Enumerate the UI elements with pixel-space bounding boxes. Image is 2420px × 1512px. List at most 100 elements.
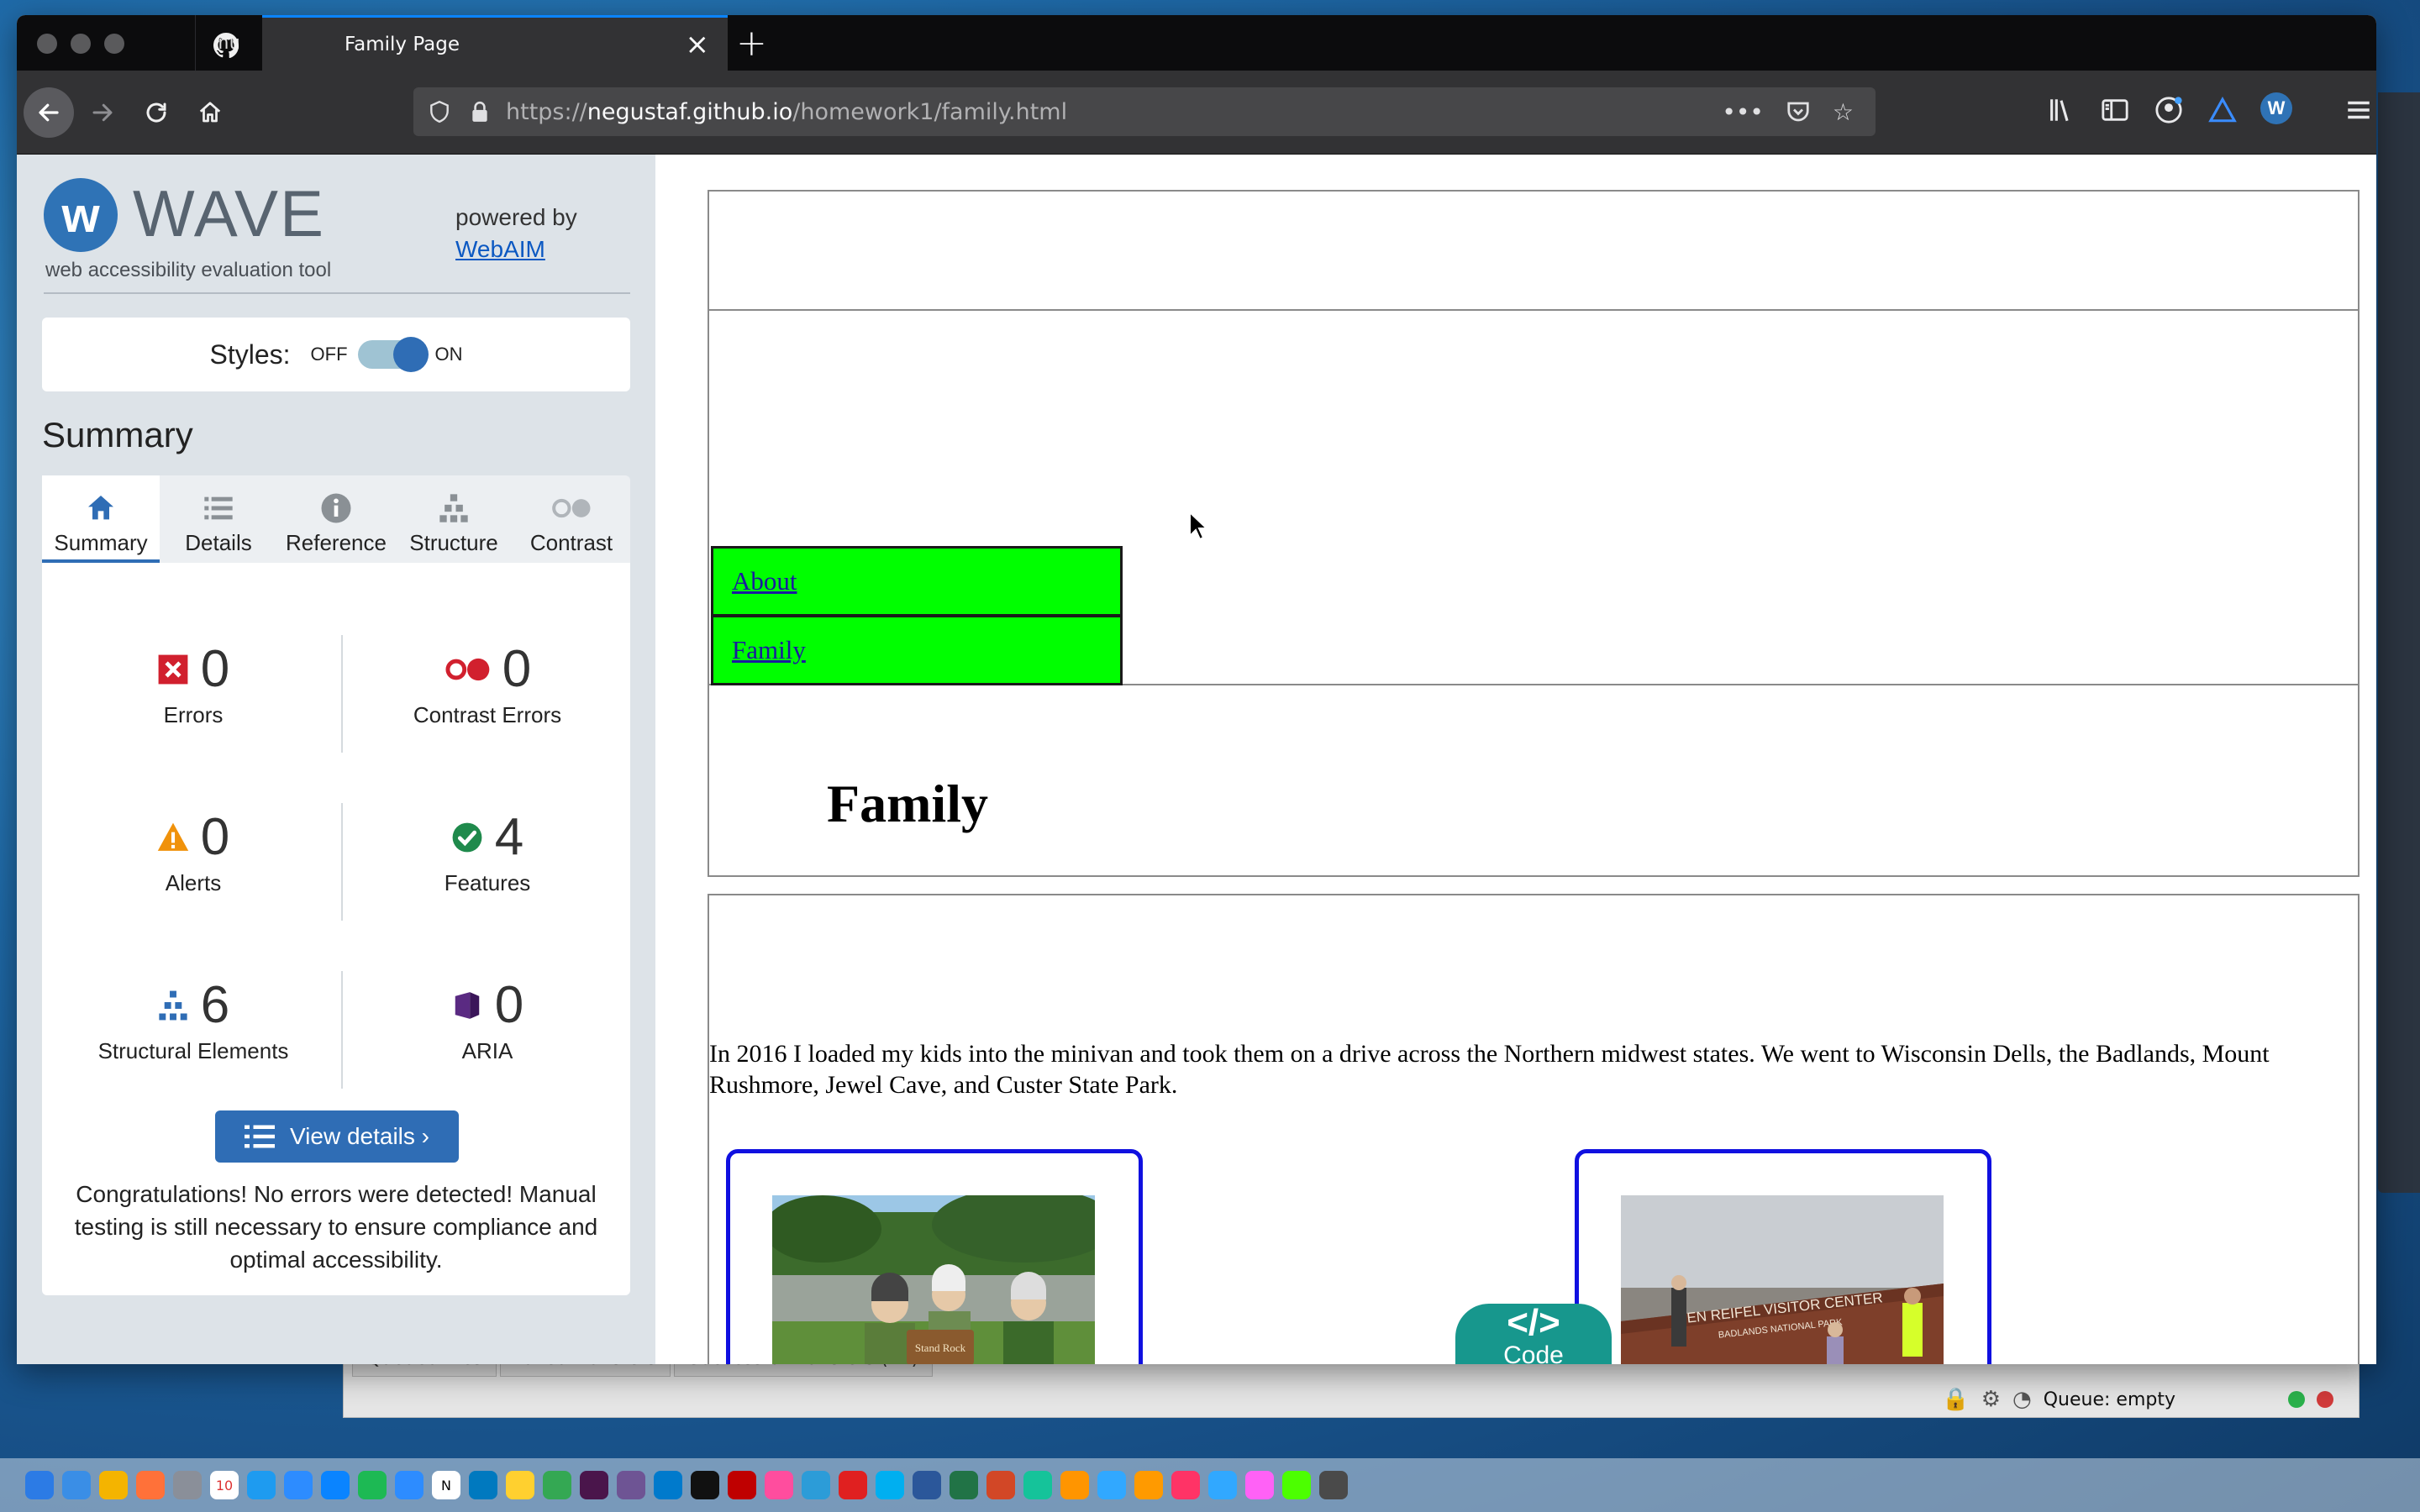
safari-icon[interactable] [62, 1471, 91, 1499]
close-tab-icon[interactable]: × [686, 28, 710, 61]
tab-structure[interactable]: Structure [395, 475, 513, 563]
toggle-knob [392, 337, 429, 372]
xd-icon[interactable] [1245, 1471, 1274, 1499]
powerpoint-icon[interactable] [986, 1471, 1015, 1499]
webaim-link[interactable]: WebAIM [455, 234, 577, 265]
alert-icon [157, 822, 188, 851]
view-details-label: View details › [289, 1123, 429, 1149]
nav-item-about[interactable]: About [711, 546, 1123, 617]
trello-icon[interactable] [469, 1471, 497, 1499]
nav-item-family[interactable]: Family [711, 615, 1123, 685]
filezilla-icon[interactable] [728, 1471, 756, 1499]
trash-icon[interactable] [1319, 1471, 1348, 1499]
calendar-icon[interactable]: 10 [210, 1471, 239, 1499]
lock-icon [472, 101, 487, 122]
extension-triangle-icon[interactable] [2208, 96, 2237, 124]
app-store-icon[interactable] [802, 1471, 830, 1499]
styles-label: Styles: [209, 339, 291, 370]
mouse-cursor-icon [1189, 511, 1209, 541]
maps-icon[interactable] [543, 1471, 571, 1499]
spotify-icon[interactable] [358, 1471, 387, 1499]
reload-button[interactable] [131, 87, 182, 138]
stat-contrast-errors[interactable]: 0 Contrast Errors [353, 640, 622, 728]
tab-family-page[interactable]: Family Page × [213, 15, 728, 71]
tab-details[interactable]: Details [160, 475, 277, 563]
miro-icon[interactable] [506, 1471, 534, 1499]
red-app-icon[interactable] [839, 1471, 867, 1499]
photo-sign-text: Stand Rock [915, 1341, 966, 1354]
pink-app-icon[interactable] [765, 1471, 793, 1499]
stat-structural-elements[interactable]: 6 Structural Elements [59, 976, 328, 1064]
divider [341, 803, 343, 921]
messenger-icon[interactable] [321, 1471, 350, 1499]
powered-by: powered by WebAIM [455, 202, 577, 265]
wave-tabs: Summary Details Reference Structure Cont… [42, 475, 630, 563]
sidebar-icon[interactable] [2101, 96, 2129, 124]
library-icon[interactable] [2047, 96, 2075, 124]
terminal-icon[interactable] [691, 1471, 719, 1499]
github-desktop-icon[interactable] [617, 1471, 645, 1499]
slack-icon[interactable] [580, 1471, 608, 1499]
excel-icon[interactable] [950, 1471, 978, 1499]
queue-status: Queue: empty [2043, 1389, 2175, 1410]
forward-button[interactable] [77, 87, 128, 138]
home-icon [199, 102, 221, 123]
stat-alerts[interactable]: 0 Alerts [59, 808, 328, 896]
preview-icon[interactable] [173, 1471, 202, 1499]
lightroom-icon[interactable] [1208, 1471, 1237, 1499]
chrome-icon[interactable] [99, 1471, 128, 1499]
styles-toggle-panel: Styles: OFF ON [42, 318, 630, 391]
close-window-button[interactable] [37, 34, 57, 54]
stat-features[interactable]: 4 Features [353, 808, 622, 896]
tab-contrast[interactable]: Contrast [513, 475, 630, 563]
minimize-window-button[interactable] [71, 34, 91, 54]
skype-icon[interactable] [876, 1471, 904, 1499]
page-actions-icon[interactable]: ••• [1722, 98, 1764, 126]
url-bar[interactable]: https://negustaf.github.io/homework1/fam… [413, 87, 1876, 136]
styles-toggle[interactable] [357, 337, 429, 372]
indesign-icon[interactable] [1171, 1471, 1200, 1499]
home-button[interactable] [185, 87, 235, 138]
tab-bar: nu Family Page × + [17, 15, 2376, 71]
photoshop-icon[interactable] [1097, 1471, 1126, 1499]
tab-label: Details [185, 530, 252, 555]
green-status-icon [2288, 1391, 2305, 1408]
reminders-icon[interactable] [247, 1471, 276, 1499]
vscode-icon[interactable] [654, 1471, 682, 1499]
url-text: https://negustaf.github.io/homework1/fam… [506, 99, 1722, 125]
notion-icon[interactable]: N [432, 1471, 460, 1499]
dreamweaver-icon[interactable] [1282, 1471, 1311, 1499]
bookmark-star-icon[interactable]: ☆ [1833, 98, 1854, 126]
hamburger-menu-icon[interactable] [2344, 96, 2373, 124]
background-window-edge [2378, 92, 2420, 1193]
code-view-button[interactable]: </> Code [1455, 1304, 1612, 1364]
illustrator-icon[interactable] [1134, 1471, 1163, 1499]
family-link[interactable]: Family [732, 635, 806, 665]
zoom-icon[interactable] [395, 1471, 424, 1499]
about-link[interactable]: About [732, 566, 797, 596]
account-icon[interactable] [2154, 96, 2183, 124]
stat-aria[interactable]: 0 ARIA [353, 976, 622, 1064]
zoom-window-button[interactable] [104, 34, 124, 54]
errors-count: 0 [200, 640, 230, 698]
word-icon[interactable] [913, 1471, 941, 1499]
wave-extension-icon[interactable]: W [2260, 92, 2292, 124]
tab-summary[interactable]: Summary [42, 475, 160, 563]
back-button[interactable] [24, 87, 74, 138]
styles-on-label: ON [434, 344, 463, 365]
stat-errors[interactable]: 0 Errors [59, 640, 328, 728]
pocket-icon[interactable] [1786, 99, 1811, 124]
summary-panel: 0 Errors 0 Contrast Errors 0 Alerts 4 Fe… [42, 563, 630, 1295]
finder-icon[interactable] [25, 1471, 54, 1499]
view-details-button[interactable]: View details › [215, 1110, 459, 1163]
code-label: Code [1503, 1341, 1564, 1365]
telegram-icon[interactable] [284, 1471, 313, 1499]
tab-reference[interactable]: Reference [277, 475, 395, 563]
firefox-icon[interactable] [136, 1471, 165, 1499]
url-path: /homework1/family.html [792, 98, 1068, 125]
lock-icon: 🔒 [1942, 1387, 1970, 1412]
grammarly-icon[interactable] [1023, 1471, 1052, 1499]
structure-icon [439, 494, 468, 522]
sketch-icon[interactable] [1060, 1471, 1089, 1499]
new-tab-button[interactable]: + [736, 22, 767, 65]
